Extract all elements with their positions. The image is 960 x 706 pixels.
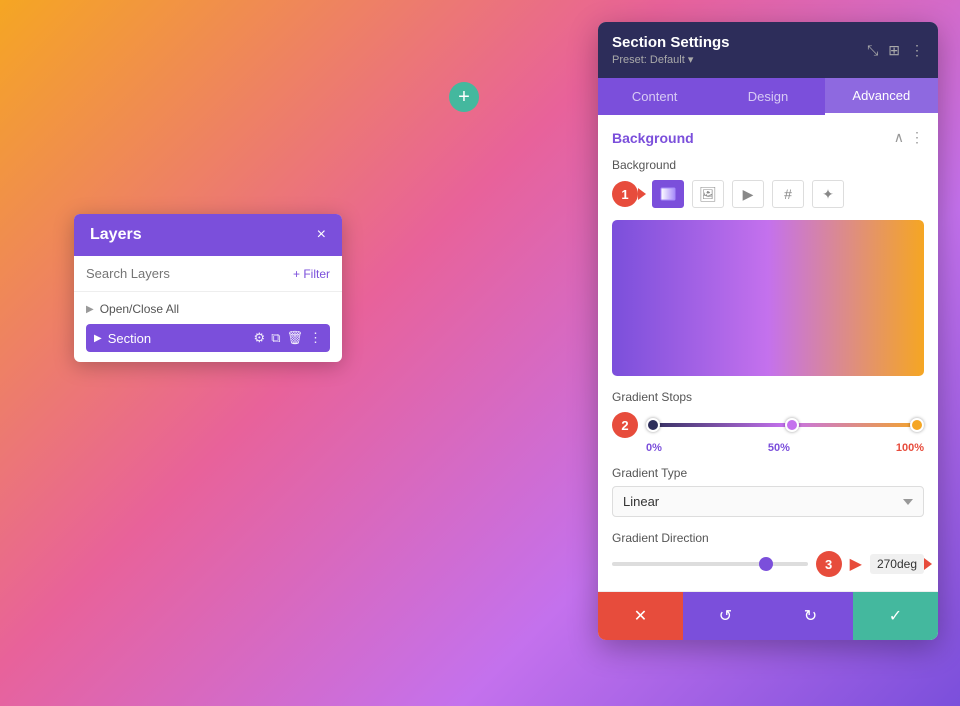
bg-type-icons: 🖼 ▶ # ✦ xyxy=(652,180,844,208)
direction-track[interactable] xyxy=(612,562,808,566)
step-2-badge: 2 xyxy=(612,412,638,438)
section-label: Section xyxy=(108,331,248,346)
gradient-type-label: Gradient Type xyxy=(612,466,924,480)
layers-body: ▶ Open/Close All ▶ Section ⚙ ⧉ 🗑 ⋮ xyxy=(74,292,342,362)
settings-content: Background ∧ ⋮ Background 1 xyxy=(598,115,938,591)
bg-type-video-icon[interactable]: ▶ xyxy=(732,180,764,208)
stop-label-0: 0% xyxy=(646,442,662,454)
settings-footer: ✕ ↺ ↻ ✓ xyxy=(598,591,938,640)
settings-header: Section Settings Preset: Default ▾ ⤡ ⊞ ⋮ xyxy=(598,22,938,78)
direction-dot[interactable] xyxy=(759,557,773,571)
section-settings-icon[interactable]: ⚙ xyxy=(254,330,266,346)
settings-fullscreen-icon[interactable]: ⤡ xyxy=(867,42,878,59)
section-more-icon[interactable]: ⋮ xyxy=(309,330,322,346)
step-1-number: 1 xyxy=(621,187,628,202)
cancel-button[interactable]: ✕ xyxy=(598,592,683,640)
section-arrow-icon: ▶ xyxy=(94,333,102,344)
stop-label-50: 50% xyxy=(768,442,790,454)
gradient-type-select[interactable]: Linear Radial Conic xyxy=(612,486,924,517)
bg-type-mask-icon[interactable]: ✦ xyxy=(812,180,844,208)
direction-value: 270deg xyxy=(870,554,924,574)
step-2-number: 2 xyxy=(621,418,628,433)
settings-columns-icon[interactable]: ⊞ xyxy=(888,42,900,59)
settings-header-icons: ⤡ ⊞ ⋮ xyxy=(867,42,924,59)
bg-label: Background xyxy=(612,158,924,172)
redo-button[interactable]: ↻ xyxy=(768,592,853,640)
bg-type-gradient-icon[interactable] xyxy=(652,180,684,208)
direction-arrow-icon: ▶ xyxy=(850,554,862,574)
settings-more-icon[interactable]: ⋮ xyxy=(910,42,924,59)
settings-panel: Section Settings Preset: Default ▾ ⤡ ⊞ ⋮… xyxy=(598,22,938,640)
bg-collapse-icon[interactable]: ∧ xyxy=(894,129,904,146)
bg-section-heading: Background ∧ ⋮ xyxy=(612,129,924,146)
bg-more-icon[interactable]: ⋮ xyxy=(910,129,924,146)
gradient-stops-label: Gradient Stops xyxy=(612,390,924,404)
step-3-badge: 3 xyxy=(816,551,842,577)
tab-advanced[interactable]: Advanced xyxy=(825,78,938,115)
section-icons: ⚙ ⧉ 🗑 ⋮ xyxy=(254,330,322,346)
settings-title-group: Section Settings Preset: Default ▾ xyxy=(612,34,730,66)
grad-stop-50[interactable] xyxy=(785,418,799,432)
gradient-preview xyxy=(612,220,924,376)
gradient-direction-label: Gradient Direction xyxy=(612,531,924,545)
add-button[interactable]: + xyxy=(449,82,479,112)
layers-header: Layers × xyxy=(74,214,342,256)
section-delete-icon[interactable]: 🗑 xyxy=(286,330,303,346)
layers-search-input[interactable] xyxy=(86,266,285,281)
tab-content[interactable]: Content xyxy=(598,78,711,115)
save-button[interactable]: ✓ xyxy=(853,592,938,640)
bg-type-pattern-icon[interactable]: # xyxy=(772,180,804,208)
open-close-all[interactable]: ▶ Open/Close All xyxy=(86,302,330,316)
bg-type-image-icon[interactable]: 🖼 xyxy=(692,180,724,208)
undo-button[interactable]: ↺ xyxy=(683,592,768,640)
gradient-stops-row: 2 xyxy=(612,412,924,438)
grad-stop-100[interactable] xyxy=(910,418,924,432)
bg-type-row: 1 🖼 ▶ # ✦ xyxy=(612,180,924,208)
layers-filter-button[interactable]: + Filter xyxy=(293,267,330,281)
grad-stop-0[interactable] xyxy=(646,418,660,432)
bg-section-title: Background xyxy=(612,130,694,146)
bg-section-actions: ∧ ⋮ xyxy=(894,129,924,146)
layers-search-row: + Filter xyxy=(74,256,342,292)
settings-preset[interactable]: Preset: Default ▾ xyxy=(612,53,730,66)
stop-label-100: 100% xyxy=(896,442,924,454)
layers-title: Layers xyxy=(90,226,142,244)
layers-panel: Layers × + Filter ▶ Open/Close All ▶ Sec… xyxy=(74,214,342,362)
section-row[interactable]: ▶ Section ⚙ ⧉ 🗑 ⋮ xyxy=(86,324,330,352)
layers-close-button[interactable]: × xyxy=(317,226,326,244)
section-duplicate-icon[interactable]: ⧉ xyxy=(271,330,280,346)
gradient-track[interactable] xyxy=(646,423,924,427)
settings-tabs: Content Design Advanced xyxy=(598,78,938,115)
arrow-icon: ▶ xyxy=(86,304,94,315)
gradient-stop-labels: 0% 50% 100% xyxy=(646,442,924,454)
tab-design[interactable]: Design xyxy=(711,78,824,115)
step-3-number: 3 xyxy=(825,557,832,572)
step-1-badge: 1 xyxy=(612,181,638,207)
open-close-label: Open/Close All xyxy=(100,302,179,316)
settings-title: Section Settings xyxy=(612,34,730,51)
gradient-direction-row: 3 ▶ 270deg xyxy=(612,551,924,577)
